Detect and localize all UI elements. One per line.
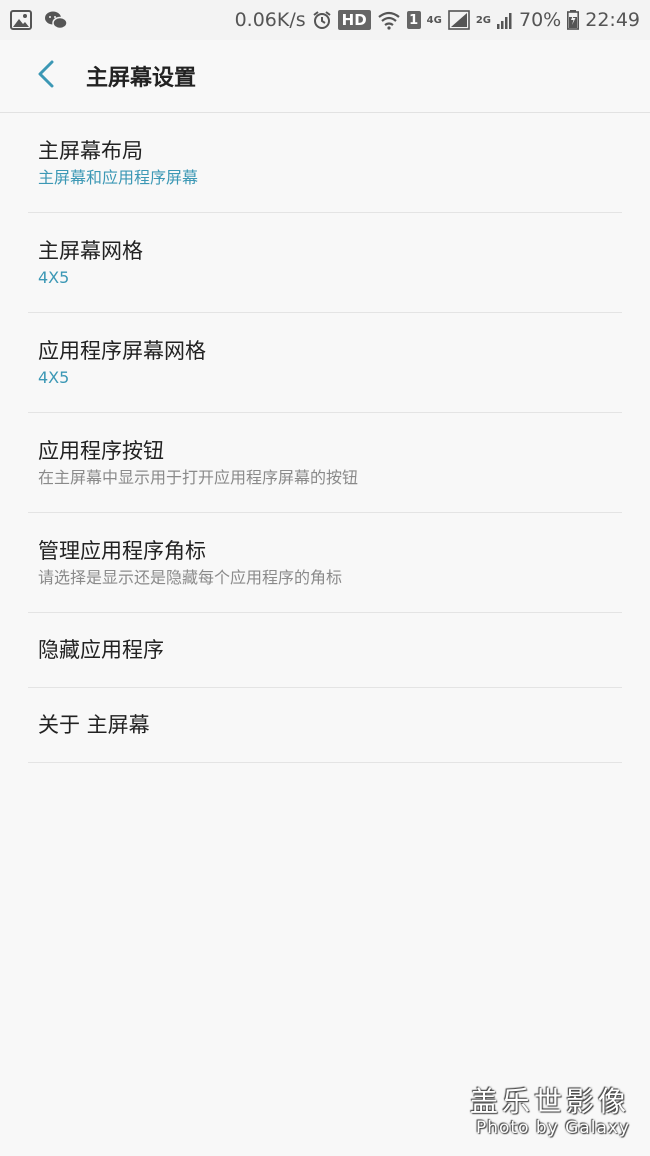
watermark: 盖乐世影像 Photo by Galaxy — [469, 1085, 630, 1139]
gallery-icon — [10, 10, 32, 30]
setting-title: 隐藏应用程序 — [38, 638, 164, 662]
status-right: 0.06K/s HD 1 4G 2G 70% 22:49 — [235, 9, 640, 31]
network-2g-label: 2G — [475, 15, 491, 26]
signal-bars-icon — [497, 10, 513, 30]
status-left — [10, 10, 68, 30]
setting-description: 请选择是显示还是隐藏每个应用程序的角标 — [38, 567, 343, 587]
watermark-main: 盖乐世影像 — [469, 1085, 630, 1118]
setting-title: 关于 主屏幕 — [38, 713, 150, 737]
setting-apps-grid[interactable]: 应用程序屏幕网格 4X5 — [28, 313, 622, 413]
signal-icon — [448, 10, 470, 30]
network-speed: 0.06K/s — [234, 9, 306, 31]
status-bar: 0.06K/s HD 1 4G 2G 70% 22:49 — [0, 0, 650, 40]
hd-badge: HD — [337, 10, 371, 30]
wifi-icon — [377, 10, 401, 30]
network-4g-label: 4G — [426, 15, 442, 26]
settings-list: 主屏幕布局 主屏幕和应用程序屏幕 主屏幕网格 4X5 应用程序屏幕网格 4X5 … — [28, 113, 622, 763]
alarm-icon — [312, 10, 332, 30]
setting-title: 主屏幕布局 — [38, 138, 143, 163]
setting-home-grid[interactable]: 主屏幕网格 4X5 — [28, 213, 622, 313]
page-title: 主屏幕设置 — [86, 66, 197, 91]
battery-charging-icon — [567, 10, 580, 30]
setting-value: 4X5 — [38, 267, 70, 287]
setting-title: 应用程序屏幕网格 — [38, 338, 206, 363]
setting-app-badges[interactable]: 管理应用程序角标 请选择是显示还是隐藏每个应用程序的角标 — [28, 513, 622, 613]
setting-home-layout[interactable]: 主屏幕布局 主屏幕和应用程序屏幕 — [28, 113, 622, 213]
setting-description: 在主屏幕中显示用于打开应用程序屏幕的按钮 — [38, 467, 359, 487]
setting-title: 管理应用程序角标 — [38, 538, 206, 563]
sim-badge: 1 — [406, 11, 421, 29]
setting-title: 应用程序按钮 — [38, 438, 164, 463]
setting-value: 主屏幕和应用程序屏幕 — [38, 167, 199, 187]
setting-apps-button[interactable]: 应用程序按钮 在主屏幕中显示用于打开应用程序屏幕的按钮 — [28, 413, 622, 513]
chevron-left-icon — [37, 60, 55, 92]
setting-about-home[interactable]: 关于 主屏幕 — [28, 688, 622, 763]
battery-percent: 70% — [519, 9, 562, 31]
back-button[interactable] — [24, 54, 68, 98]
watermark-sub: Photo by Galaxy — [475, 1118, 630, 1138]
clock-time: 22:49 — [585, 9, 640, 31]
setting-value: 4X5 — [38, 367, 70, 387]
wechat-icon — [44, 10, 68, 30]
setting-title: 主屏幕网格 — [38, 238, 143, 263]
app-bar: 主屏幕设置 — [0, 40, 650, 113]
setting-hide-apps[interactable]: 隐藏应用程序 — [28, 613, 622, 688]
